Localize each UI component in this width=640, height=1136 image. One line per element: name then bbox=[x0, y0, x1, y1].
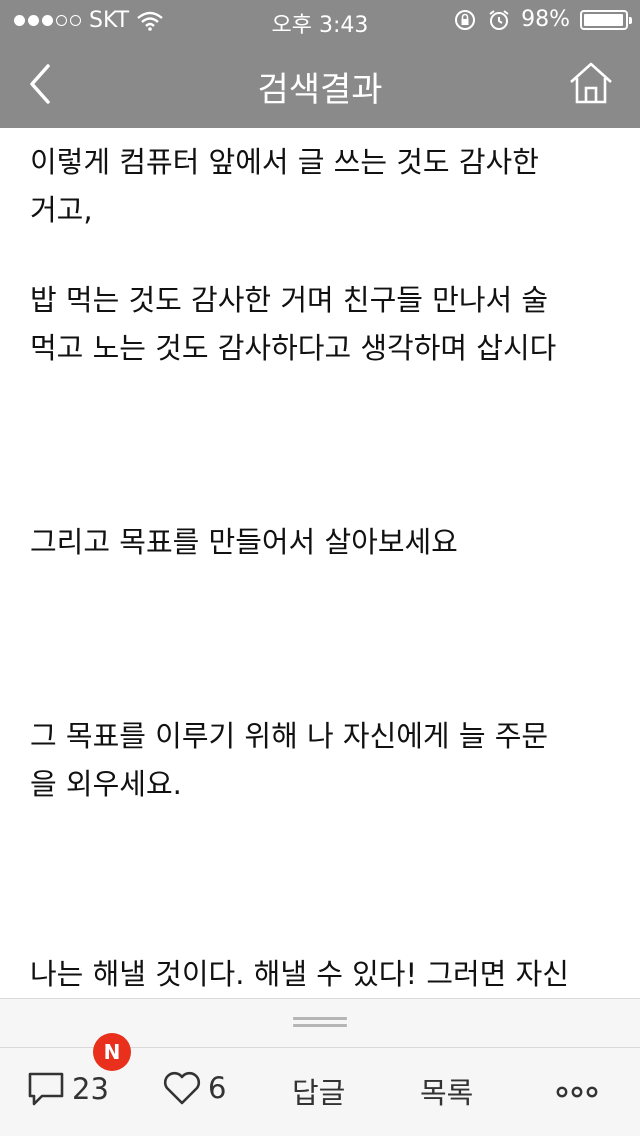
heart-icon bbox=[163, 1071, 201, 1105]
rotation-lock-icon bbox=[455, 9, 476, 30]
status-right: 98% bbox=[453, 7, 632, 32]
reply-button[interactable]: 답글 bbox=[292, 1070, 345, 1112]
navigation-bar: 검색결과 bbox=[0, 40, 640, 128]
content-line: 먹고 노는 것도 감사하다고 생각하며 삽시다 bbox=[30, 331, 557, 365]
battery-icon bbox=[580, 9, 632, 30]
content-line: 을 외우세요. bbox=[30, 767, 182, 801]
content-line: 거고, bbox=[30, 193, 93, 227]
content-line: 밥 먹는 것도 감사한 거며 친구들 만나서 술 bbox=[30, 283, 549, 317]
reply-label: 답글 bbox=[292, 1076, 346, 1110]
content-line: 그리고 목표를 만들어서 살아보세요 bbox=[30, 525, 458, 559]
list-label: 목록 bbox=[420, 1076, 474, 1110]
comment-count: 23 bbox=[72, 1072, 109, 1106]
more-dots-icon bbox=[556, 1086, 598, 1098]
like-button[interactable]: 6 bbox=[162, 1070, 226, 1106]
drag-handle-icon[interactable] bbox=[293, 1017, 347, 1027]
list-button[interactable]: 목록 bbox=[420, 1070, 473, 1112]
content-line: 나는 해낼 것이다. 해낼 수 있다! 그러면 자신 bbox=[30, 957, 569, 991]
home-button[interactable] bbox=[568, 60, 614, 106]
more-button[interactable] bbox=[556, 1086, 598, 1098]
new-comment-badge: N bbox=[93, 1033, 131, 1071]
post-content: 이렇게 컴퓨터 앞에서 글 쓰는 것도 감사한 거고, 밥 먹는 것도 감사한 … bbox=[0, 128, 640, 998]
content-line: 이렇게 컴퓨터 앞에서 글 쓰는 것도 감사한 bbox=[30, 145, 539, 179]
alarm-icon bbox=[489, 9, 509, 30]
status-bar: SKT 오후 3:43 98% bbox=[0, 0, 640, 40]
content-line: 그 목표를 이루기 위해 나 자신에게 늘 주문 bbox=[30, 719, 549, 753]
page-title: 검색결과 bbox=[257, 70, 383, 110]
battery-percent: 98% bbox=[521, 7, 570, 32]
comment-icon bbox=[28, 1072, 64, 1106]
like-count: 6 bbox=[208, 1071, 227, 1105]
comment-button[interactable]: 23 bbox=[26, 1070, 109, 1108]
